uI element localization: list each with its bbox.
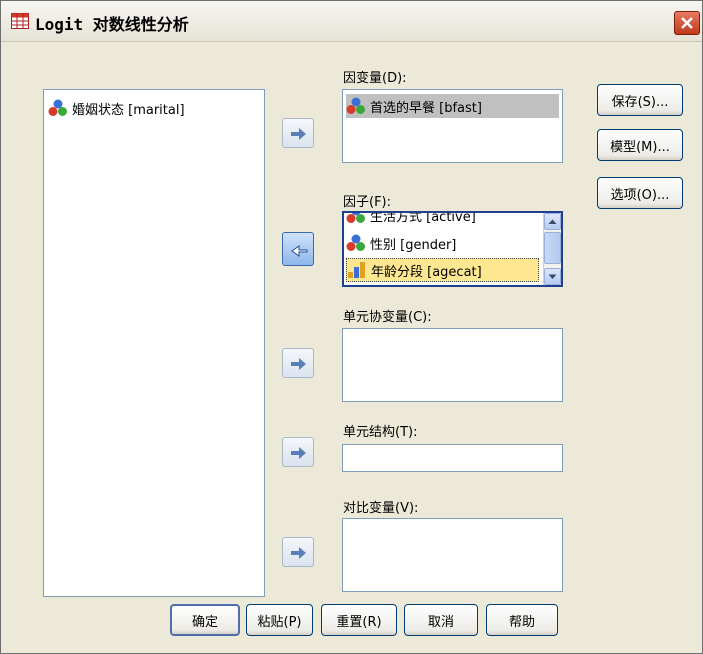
ordinal-variable-icon [347,261,367,279]
arrow-right-icon [291,547,306,559]
move-to-cell-structure-button[interactable] [282,437,314,467]
cell-covariates-list[interactable] [342,328,563,402]
arrow-left-icon [291,245,308,257]
nominal-variable-icon [346,213,366,224]
scroll-down-button[interactable] [544,268,561,285]
list-item-label: 年龄分段 [agecat] [371,264,482,280]
scroll-up-button[interactable] [544,213,561,230]
save-button[interactable]: 保存(S)... [597,84,683,116]
cell-structure-field[interactable] [342,444,563,472]
model-button[interactable]: 模型(M)... [597,129,683,161]
move-to-dependent-button[interactable] [282,118,314,148]
window-title: Logit 对数线性分析 [35,15,189,34]
list-item-label: 首选的早餐 [bfast] [370,100,482,116]
list-item-label: 婚姻状态 [marital] [72,102,185,118]
list-item-label: 生活方式 [active] [370,211,476,225]
list-item-label: 性别 [gender] [370,237,457,253]
close-button[interactable] [674,11,700,35]
nominal-variable-icon [48,99,68,117]
cancel-button[interactable]: 取消 [404,604,478,636]
factors-scrollbar[interactable] [543,213,561,285]
arrow-right-icon [291,128,306,140]
options-button[interactable]: 选项(O)... [597,177,683,209]
reset-button[interactable]: 重置(R) [321,604,397,636]
chevron-up-icon [548,219,557,224]
arrow-right-icon [291,358,306,370]
move-to-contrast-button[interactable] [282,537,314,567]
cell-covariates-label: 单元协变量(C): [343,310,432,325]
scroll-thumb[interactable] [544,232,561,264]
nominal-variable-icon [346,234,366,252]
move-from-factors-button[interactable] [282,232,314,266]
help-button[interactable]: 帮助 [486,604,558,636]
source-variable-list[interactable]: 婚姻状态 [marital] [43,89,265,597]
dependent-list[interactable]: 首选的早餐 [bfast] [342,89,563,163]
list-item[interactable]: 婚姻状态 [marital] [48,96,185,120]
close-icon [681,17,693,29]
arrow-right-icon [291,447,306,459]
contrast-label: 对比变量(V): [343,501,419,516]
factors-list[interactable]: 生活方式 [active] 性别 [gender] 年龄分段 [agecat] [342,211,563,287]
cell-structure-label: 单元结构(T): [343,425,418,440]
dependent-label: 因变量(D): [343,71,407,86]
chevron-down-icon [548,274,557,279]
title-bar[interactable]: Logit 对数线性分析 [1,1,702,42]
factors-label: 因子(F): [343,195,392,210]
move-to-cell-covariates-button[interactable] [282,348,314,378]
nominal-variable-icon [346,97,366,115]
paste-button[interactable]: 粘贴(P) [246,604,313,636]
logit-dialog: Logit 对数线性分析 婚姻状态 [marital] 因变量(D): 首选的早… [0,0,703,654]
list-item[interactable]: 首选的早餐 [bfast] [346,94,559,118]
contrast-list[interactable] [342,518,563,592]
list-item[interactable]: 年龄分段 [agecat] [346,258,539,282]
ok-button[interactable]: 确定 [170,604,240,636]
list-item[interactable]: 生活方式 [active] [346,211,476,227]
app-grid-icon [11,13,29,29]
list-item[interactable]: 性别 [gender] [346,231,456,255]
